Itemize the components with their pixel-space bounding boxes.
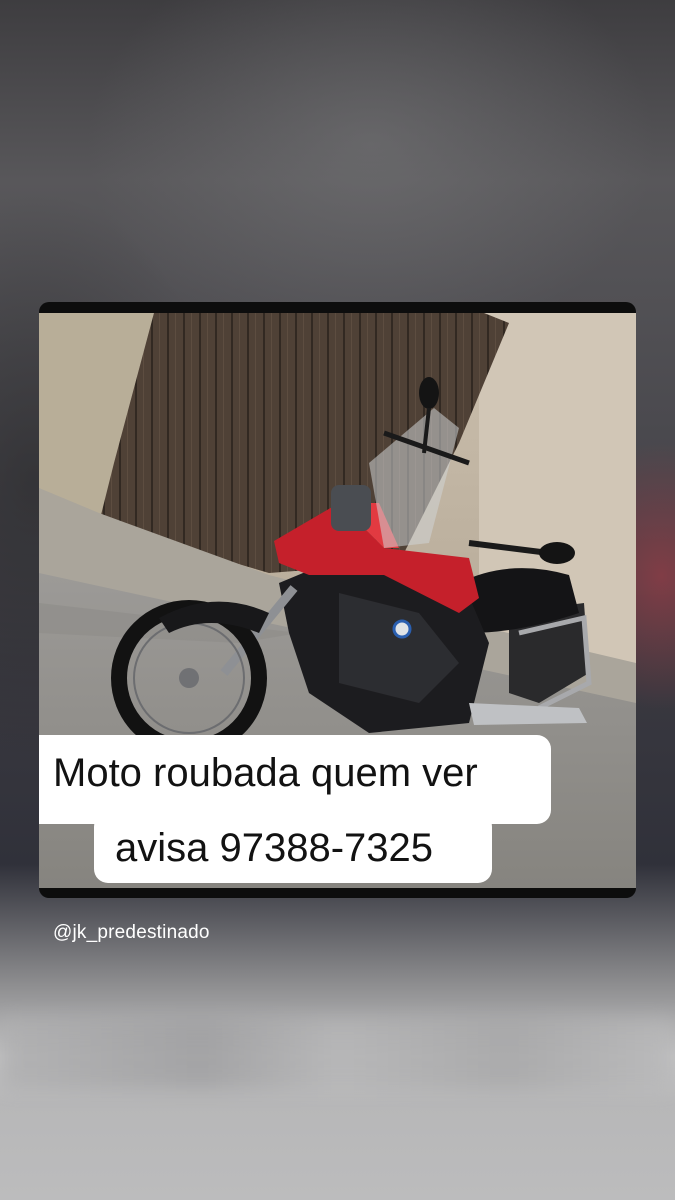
caption-line-2: avisa 97388-7325 <box>94 813 492 883</box>
caption-line-2-text: avisa 97388-7325 <box>115 826 434 870</box>
shared-post-card[interactable]: Moto roubada quem ver avisa 97388-7325 <box>39 302 636 898</box>
caption-line-1-text: Moto roubada quem ver <box>53 751 478 795</box>
mention-username[interactable]: @jk_predestinado <box>53 922 210 944</box>
caption-line-1: Moto roubada quem ver <box>39 735 551 824</box>
blurred-background-strip <box>0 1020 675 1090</box>
